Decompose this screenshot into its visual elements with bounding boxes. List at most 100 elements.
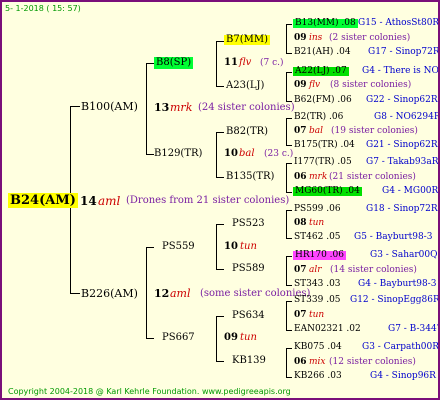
gen3-queen-b[interactable]: B129(TR) — [154, 149, 202, 159]
root-note: (Drones from 21 sister colonies) — [126, 195, 290, 206]
connector — [286, 238, 292, 239]
gen5-queen-second[interactable]: B62(FM) .06 — [294, 96, 352, 105]
connector — [216, 177, 224, 178]
pedigree-frame: 5- 1-2018 ( 15: 57) B24(AM) 14 aml (Dron… — [0, 0, 440, 400]
connector — [146, 63, 154, 64]
gen4-queen-3[interactable]: B82(TR) — [226, 127, 268, 137]
gen3-code-a: flv — [239, 57, 252, 68]
gen4-queen-7[interactable]: PS634 — [232, 311, 265, 321]
gen4-queen-8[interactable]: KB139 — [232, 356, 266, 366]
gen5-queen-second[interactable]: KB266 .03 — [294, 372, 342, 381]
gen5-queen[interactable]: HR170 .06 — [293, 251, 346, 260]
gen5-year: 08 — [294, 218, 307, 228]
gen5-queen[interactable]: B13(MM) .08 — [293, 19, 358, 28]
gen3-queen-a[interactable]: B8(SP) — [154, 57, 194, 69]
connector — [286, 256, 292, 257]
gen5-year: 09 — [294, 33, 307, 43]
gen2-note-top: (24 sister colonies) — [198, 102, 295, 113]
connector — [286, 377, 292, 378]
gen5-queen[interactable]: I177(TR) .05 — [294, 158, 352, 167]
gen5-queen[interactable]: PS599 .06 — [294, 205, 341, 214]
gen5-year: 07 — [294, 126, 307, 136]
connector — [70, 293, 80, 294]
gen5-ref: G8 - NO6294R — [374, 112, 440, 122]
gen5-note: (12 sister colonies) — [329, 357, 416, 367]
connector — [146, 63, 147, 155]
gen5-queen-second[interactable]: B21(AH) .04 — [294, 48, 351, 57]
connector — [286, 285, 292, 286]
gen5-ref: G3 - Sahar00Q — [370, 250, 438, 260]
connector — [286, 145, 292, 146]
gen5-ref: G18 - Sinop72R — [366, 204, 438, 214]
gen5-year: 07 — [294, 265, 307, 275]
gen5-year: 06 — [294, 172, 307, 182]
gen4-queen-6[interactable]: PS589 — [232, 264, 265, 274]
connector — [286, 330, 292, 331]
connector — [216, 224, 224, 225]
connector — [286, 24, 287, 54]
connector — [286, 24, 292, 25]
gen5-queen[interactable]: B2(TR) .06 — [294, 113, 343, 122]
gen4-queen-5[interactable]: PS523 — [232, 219, 265, 229]
gen5-ref-second: G4 - Sinop96R — [370, 371, 436, 381]
gen3-note-a: (7 c.) — [260, 58, 284, 68]
root-year: 14 — [80, 194, 97, 208]
gen4-queen-1[interactable]: B7(MM) — [224, 35, 270, 45]
connector — [146, 247, 154, 248]
gen3-code-b: bal — [239, 148, 255, 159]
gen5-queen-second[interactable]: EAN02321 .02 — [294, 325, 361, 334]
gen2-code-top: mrk — [170, 101, 193, 114]
gen5-ref-second: G22 - Sinop62R — [366, 95, 438, 105]
gen5-ref-second: G4 - MG00R — [382, 186, 439, 196]
root-code: aml — [98, 194, 121, 208]
gen5-code: mrk — [309, 172, 328, 182]
gen5-queen-second[interactable]: B175(TR) .04 — [294, 141, 355, 150]
gen5-queen[interactable]: KB075 .04 — [294, 343, 342, 352]
gen5-note: (2 sister colonies) — [329, 33, 411, 43]
connector — [286, 118, 287, 146]
gen2-queen-bottom[interactable]: B226(AM) — [81, 288, 138, 299]
gen4-queen-4[interactable]: B135(TR) — [226, 172, 274, 182]
connector — [286, 192, 292, 193]
gen5-queen-second[interactable]: MG60(TR) .04 — [293, 187, 362, 196]
gen2-year-top: 13 — [154, 101, 170, 114]
gen2-queen-top[interactable]: B100(AM) — [81, 101, 138, 112]
gen2-year-bottom: 12 — [154, 287, 170, 300]
connector — [286, 210, 292, 211]
connector — [216, 86, 224, 87]
gen3-code-c: tun — [240, 241, 257, 252]
gen5-ref: G3 - Carpath00R — [362, 342, 440, 352]
gen5-year: 07 — [294, 310, 307, 320]
gen5-code: tun — [309, 218, 325, 228]
gen5-year: 09 — [294, 80, 307, 90]
gen5-note: (14 sister colonies) — [330, 265, 417, 275]
gen5-ref-second: G4 - Bayburt98-3 — [358, 279, 437, 289]
gen5-ref-second: G5 - Bayburt98-3 — [354, 232, 433, 242]
connector — [286, 72, 292, 73]
connector — [286, 72, 287, 102]
connector — [216, 41, 217, 87]
gen5-ref: G7 - Takab93aR — [366, 157, 439, 167]
connector — [216, 316, 224, 317]
gen3-queen-d[interactable]: PS667 — [162, 333, 195, 343]
gen3-queen-c[interactable]: PS559 — [162, 242, 195, 252]
connector — [286, 53, 292, 54]
gen5-code: bal — [309, 126, 324, 136]
connector — [286, 118, 292, 119]
gen5-code: ins — [309, 33, 323, 43]
gen4-queen-2[interactable]: A23(LJ) — [226, 81, 264, 91]
gen5-year: 06 — [294, 357, 307, 367]
gen5-queen-second[interactable]: ST343 .03 — [294, 280, 341, 289]
gen5-queen[interactable]: ST339 .05 — [294, 296, 341, 305]
gen5-queen-second[interactable]: ST462 .05 — [294, 233, 341, 242]
gen2-code-bottom: aml — [170, 287, 191, 300]
gen5-ref-second: G17 - Sinop72R — [368, 47, 440, 57]
connector — [286, 301, 292, 302]
connector — [146, 338, 154, 339]
gen3-code-d: tun — [240, 332, 257, 343]
connector — [216, 41, 224, 42]
root-queen[interactable]: B24(AM) — [8, 193, 78, 208]
connector — [146, 154, 154, 155]
gen5-queen[interactable]: A22(LJ) .07 — [293, 67, 349, 76]
gen3-year-a: 11 — [224, 57, 238, 68]
